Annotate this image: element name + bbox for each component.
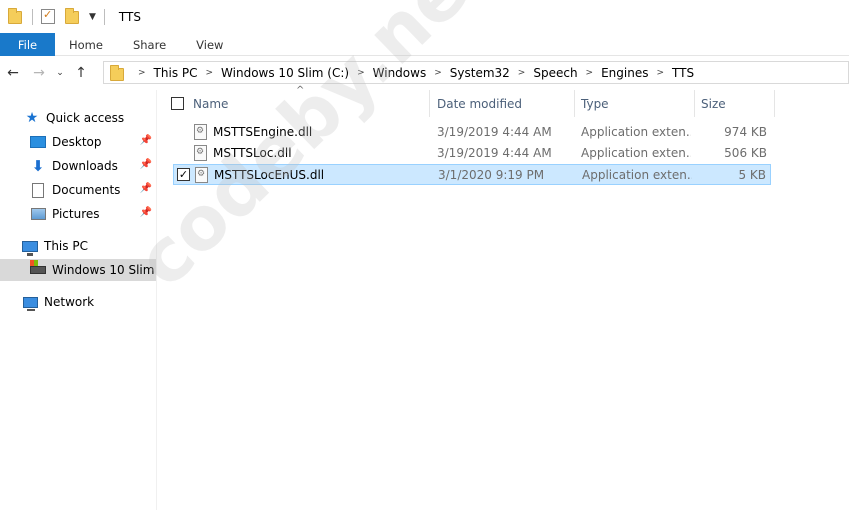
new-folder-icon[interactable]	[65, 7, 81, 25]
file-date-modified: 3/19/2019 4:44 AM	[437, 125, 552, 139]
tab-home[interactable]: Home	[55, 33, 119, 56]
select-all-checkbox[interactable]	[171, 97, 184, 110]
dll-file-icon	[194, 145, 207, 161]
chevron-right-icon[interactable]: >	[138, 68, 146, 78]
pin-icon: 📌	[139, 159, 152, 170]
chevron-right-icon[interactable]: >	[518, 68, 526, 78]
customize-toolbar-dropdown-icon[interactable]: ▼	[89, 12, 96, 22]
sidebar-item-network[interactable]: Network	[22, 291, 152, 313]
breadcrumb-tts[interactable]: TTS	[672, 66, 694, 80]
column-divider[interactable]	[574, 90, 575, 117]
up-arrow-icon[interactable]: ↑	[72, 65, 90, 81]
dll-file-icon	[195, 167, 208, 183]
file-date-modified: 3/19/2019 4:44 AM	[437, 146, 552, 160]
file-list-pane: ^ Name Date modified Type Size MSTTSEngi…	[158, 85, 849, 510]
divider	[103, 8, 105, 25]
desktop-icon	[30, 134, 46, 150]
file-name: MSTTSEngine.dll	[213, 125, 313, 139]
computer-icon	[22, 238, 38, 256]
file-name: MSTTSLocEnUS.dll	[214, 168, 325, 182]
download-arrow-icon: ⬇	[31, 157, 45, 175]
sidebar-item-label: Pictures	[52, 207, 100, 221]
pictures-icon	[30, 206, 46, 222]
breadcrumb-system32[interactable]: System32	[450, 66, 510, 80]
table-row-selected[interactable]: ✓ MSTTSLocEnUS.dll 3/1/2020 9:19 PM Appl…	[173, 164, 771, 185]
breadcrumb-engines[interactable]: Engines	[601, 66, 648, 80]
breadcrumb-speech[interactable]: Speech	[533, 66, 577, 80]
chevron-right-icon[interactable]: >	[206, 68, 214, 78]
sidebar-item-documents[interactable]: Documents 📌	[30, 179, 156, 201]
drive-icon	[30, 260, 46, 278]
sidebar-item-label: Network	[44, 295, 95, 309]
tab-file[interactable]: File	[0, 33, 55, 56]
address-bar[interactable]: > This PC > Windows 10 Slim (C:) > Windo…	[103, 61, 849, 84]
column-header-size[interactable]: Size	[701, 90, 774, 117]
folder-icon	[8, 7, 24, 25]
sidebar-item-label: Windows 10 Slim (C:)	[52, 263, 156, 277]
breadcrumb-windows[interactable]: Windows	[373, 66, 427, 80]
file-type: Application exten...	[581, 125, 691, 139]
sidebar-item-label: Desktop	[52, 135, 102, 149]
file-name: MSTTSLoc.dll	[213, 146, 292, 160]
document-icon	[30, 182, 46, 198]
row-checkbox-checked[interactable]: ✓	[177, 168, 190, 181]
star-icon: ★	[25, 110, 39, 126]
tab-share[interactable]: Share	[119, 33, 182, 56]
file-size: 506 KB	[724, 146, 767, 160]
navigation-pane: ★ Quick access Desktop 📌 ⬇ Downloads 📌 D…	[0, 90, 157, 510]
chevron-right-icon[interactable]: >	[656, 68, 664, 78]
chevron-right-icon[interactable]: >	[434, 68, 442, 78]
breadcrumb-this-pc[interactable]: This PC	[154, 66, 198, 80]
column-header-name[interactable]: Name	[193, 90, 429, 117]
file-type: Application exten...	[581, 146, 691, 160]
table-row[interactable]: MSTTSEngine.dll 3/19/2019 4:44 AM Applic…	[173, 122, 771, 143]
properties-icon[interactable]	[41, 8, 57, 25]
chevron-right-icon[interactable]: >	[586, 68, 594, 78]
column-header-date-modified[interactable]: Date modified	[437, 90, 574, 117]
sidebar-item-desktop[interactable]: Desktop 📌	[30, 131, 156, 153]
pin-icon: 📌	[139, 183, 152, 194]
navigation-bar: ← → ⌄ ↑ > This PC > Windows 10 Slim (C:)…	[0, 56, 849, 90]
sidebar-item-label: Quick access	[46, 111, 125, 125]
pin-icon: 📌	[139, 135, 152, 146]
network-icon	[22, 294, 38, 311]
recent-locations-chevron-icon[interactable]: ⌄	[54, 68, 66, 78]
sidebar-item-drive[interactable]: Windows 10 Slim (C:)	[0, 259, 156, 281]
sidebar-item-downloads[interactable]: ⬇ Downloads 📌	[30, 155, 156, 177]
file-size: 974 KB	[724, 125, 767, 139]
sidebar-item-quick-access[interactable]: ★ Quick access	[24, 107, 154, 129]
dll-file-icon	[194, 124, 207, 140]
tab-view[interactable]: View	[182, 33, 239, 56]
folder-icon	[110, 65, 124, 81]
sidebar-item-label: This PC	[44, 239, 88, 253]
file-size: 5 KB	[738, 168, 766, 182]
forward-arrow-icon[interactable]: →	[30, 65, 48, 81]
sidebar-item-label: Downloads	[52, 159, 118, 173]
table-row[interactable]: MSTTSLoc.dll 3/19/2019 4:44 AM Applicati…	[173, 143, 771, 164]
sidebar-item-pictures[interactable]: Pictures 📌	[30, 203, 156, 225]
column-divider[interactable]	[429, 90, 430, 117]
sidebar-item-label: Documents	[52, 183, 121, 197]
sidebar-item-this-pc[interactable]: This PC	[22, 235, 152, 257]
column-divider[interactable]	[774, 90, 775, 117]
pin-icon: 📌	[139, 207, 152, 218]
file-type: Application exten...	[582, 168, 692, 182]
file-date-modified: 3/1/2020 9:19 PM	[438, 168, 545, 182]
breadcrumb-drive[interactable]: Windows 10 Slim (C:)	[221, 66, 349, 80]
window-title: TTS	[118, 9, 141, 24]
back-arrow-icon[interactable]: ←	[4, 65, 22, 81]
divider	[32, 8, 33, 25]
title-bar: ▼ TTS	[0, 0, 849, 33]
chevron-right-icon[interactable]: >	[357, 68, 365, 78]
column-divider[interactable]	[694, 90, 695, 117]
column-header-type[interactable]: Type	[581, 90, 694, 117]
ribbon-tabs: File Home Share View	[0, 33, 849, 56]
